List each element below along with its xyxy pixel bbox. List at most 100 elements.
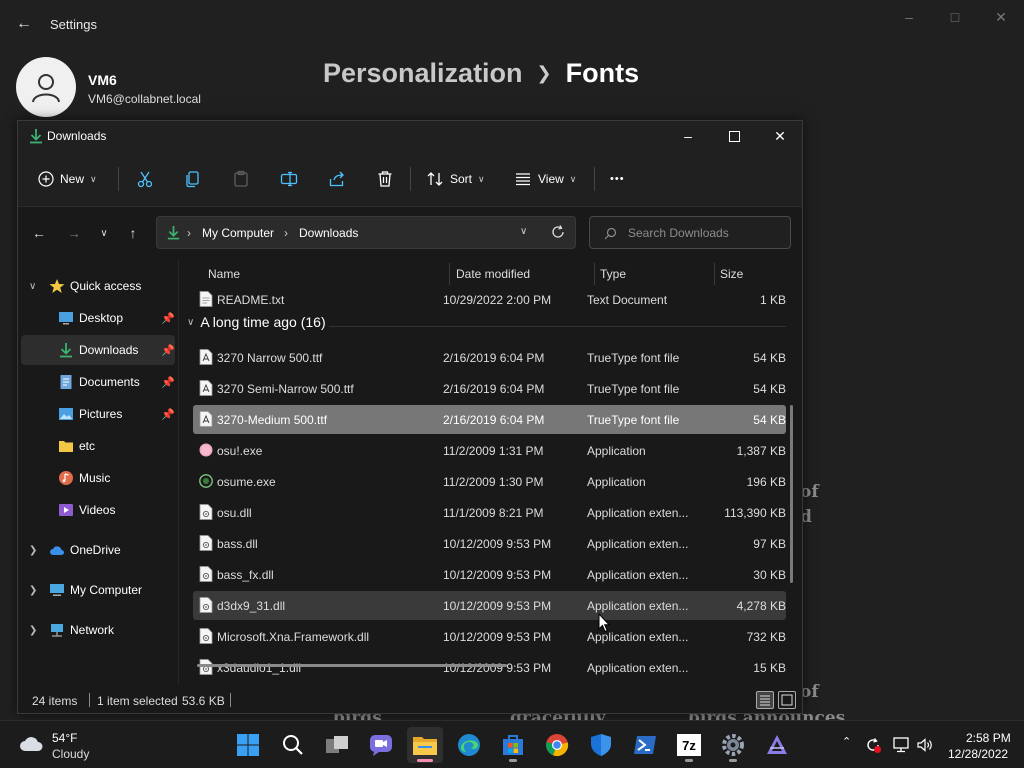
table-row[interactable]: README.txt 10/29/2022 2:00 PM Text Docum… xyxy=(193,285,786,314)
close-icon[interactable]: ✕ xyxy=(757,121,802,151)
osume-app-icon xyxy=(199,474,213,488)
powershell-taskbar-button[interactable] xyxy=(627,727,663,763)
nav-item-pictures[interactable]: Pictures 📌 xyxy=(21,399,175,429)
recent-locations-chevron-icon[interactable]: ∨ xyxy=(92,221,116,245)
table-row[interactable]: 3270-Medium 500.ttf 2/16/2019 6:04 PM True… xyxy=(193,405,786,434)
download-icon xyxy=(167,225,180,240)
avatar[interactable] xyxy=(16,57,76,117)
chevron-down-icon[interactable]: ∨ xyxy=(29,281,36,292)
cut-button[interactable] xyxy=(136,165,154,193)
minimize-icon[interactable]: – xyxy=(665,121,711,151)
back-arrow-icon[interactable]: ← xyxy=(14,14,34,34)
maximize-icon[interactable] xyxy=(711,121,757,151)
7zip-taskbar-button[interactable]: 7z xyxy=(671,727,707,763)
task-view-button[interactable] xyxy=(319,727,355,763)
delete-button[interactable] xyxy=(376,165,394,193)
rename-button[interactable] xyxy=(280,165,298,193)
file-explorer-taskbar-button[interactable] xyxy=(407,727,443,763)
search-input[interactable] xyxy=(628,224,778,242)
group-header[interactable]: ∨ A long time ago (16) xyxy=(187,314,326,330)
chevron-right-icon[interactable]: ❯ xyxy=(29,545,37,556)
sync-alert-icon[interactable] xyxy=(864,736,882,754)
volume-icon[interactable] xyxy=(916,736,934,754)
view-list-icon xyxy=(516,173,530,186)
table-row[interactable]: x3daudio1_1.dll 10/12/2009 9:53 PM Applica… xyxy=(193,653,786,682)
chat-button[interactable] xyxy=(363,727,399,763)
table-row[interactable]: d3dx9_31.dll 10/12/2009 9:53 PM Applicatio… xyxy=(193,591,786,620)
up-arrow-icon[interactable]: ↑ xyxy=(121,221,145,245)
column-divider[interactable] xyxy=(594,263,595,285)
app-taskbar-button[interactable] xyxy=(759,727,795,763)
table-row[interactable]: 3270 Narrow 500.ttf 2/16/2019 6:04 PM True… xyxy=(193,343,786,372)
file-name: Microsoft.Xna.Framework.dll xyxy=(217,630,370,644)
nav-item-documents[interactable]: Documents 📌 xyxy=(21,367,175,397)
view-button[interactable]: View ∨ xyxy=(514,165,576,193)
sort-button[interactable]: Sort ∨ xyxy=(426,165,485,193)
chat-icon xyxy=(370,735,392,756)
scissors-icon xyxy=(137,171,153,188)
trash-icon xyxy=(378,171,392,187)
nav-item-onedrive[interactable]: ❯ OneDrive xyxy=(21,535,175,565)
nav-item-music[interactable]: Music xyxy=(21,463,175,493)
address-segment-downloads[interactable]: Downloads xyxy=(299,226,358,240)
nav-item-etc[interactable]: etc xyxy=(21,431,175,461)
chevron-down-icon[interactable]: ∨ xyxy=(187,317,194,328)
refresh-icon[interactable] xyxy=(551,225,565,239)
horizontal-scrollbar[interactable] xyxy=(197,664,507,667)
cloud-icon[interactable] xyxy=(18,733,46,753)
breadcrumb-personalization[interactable]: Personalization xyxy=(323,58,523,89)
table-row[interactable]: 3270 Semi-Narrow 500.ttf 2/16/2019 6:04 P… xyxy=(193,374,786,403)
more-options-button[interactable]: ••• xyxy=(610,165,625,193)
search-box[interactable] xyxy=(589,216,791,249)
forward-arrow-icon[interactable]: → xyxy=(62,221,86,245)
file-name: osume.exe xyxy=(217,475,276,489)
edge-taskbar-button[interactable] xyxy=(451,727,487,763)
clock-date[interactable]: 12/28/2022 xyxy=(948,747,1008,761)
paste-button[interactable] xyxy=(232,165,250,193)
chrome-taskbar-button[interactable] xyxy=(539,727,575,763)
table-row[interactable]: osu!.exe 11/2/2009 1:31 PM Application 1,38… xyxy=(193,436,786,465)
maximize-icon[interactable]: □ xyxy=(932,6,978,28)
column-divider[interactable] xyxy=(449,263,450,285)
nav-item-network[interactable]: ❯ Network xyxy=(21,615,175,645)
nav-item-quick-access[interactable]: ∨ Quick access xyxy=(21,271,175,301)
address-segment-my-computer[interactable]: My Computer xyxy=(202,226,274,240)
chevron-right-icon[interactable]: ❯ xyxy=(29,585,37,596)
table-row[interactable]: osu.dll 11/1/2009 8:21 PM Application exte… xyxy=(193,498,786,527)
settings-taskbar-button[interactable] xyxy=(715,727,751,763)
search-button[interactable] xyxy=(275,727,311,763)
show-hidden-icons-chevron-icon[interactable]: ⌃ xyxy=(842,735,851,748)
new-button[interactable]: New ∨ xyxy=(38,165,97,193)
network-icon[interactable] xyxy=(892,736,910,754)
nav-item-videos[interactable]: Videos xyxy=(21,495,175,525)
large-icons-view-icon[interactable] xyxy=(778,691,796,709)
nav-item-my-computer[interactable]: ❯ My Computer xyxy=(21,575,175,605)
address-bar[interactable]: › My Computer › Downloads ∨ xyxy=(156,216,576,249)
copy-button[interactable] xyxy=(184,165,202,193)
table-row[interactable]: Microsoft.Xna.Framework.dll 10/12/2009 9:… xyxy=(193,622,786,651)
table-row[interactable]: osume.exe 11/2/2009 1:30 PM Application 196… xyxy=(193,467,786,496)
weather-temperature[interactable]: 54°F xyxy=(52,731,77,745)
start-button[interactable] xyxy=(230,727,266,763)
close-icon[interactable]: ✕ xyxy=(978,6,1024,28)
rename-icon xyxy=(280,171,298,187)
app-icon xyxy=(767,735,787,754)
store-taskbar-button[interactable] xyxy=(495,727,531,763)
vertical-scrollbar[interactable] xyxy=(790,405,793,583)
column-divider[interactable] xyxy=(714,263,715,285)
chevron-right-icon[interactable]: ❯ xyxy=(29,625,37,636)
nav-item-desktop[interactable]: Desktop 📌 xyxy=(21,303,175,333)
minimize-icon[interactable]: – xyxy=(886,6,932,28)
defender-taskbar-button[interactable] xyxy=(583,727,619,763)
weather-description[interactable]: Cloudy xyxy=(52,747,89,761)
share-button[interactable] xyxy=(328,165,346,193)
back-arrow-icon[interactable]: ← xyxy=(27,221,51,245)
details-view-icon[interactable] xyxy=(756,691,774,709)
clock-time[interactable]: 2:58 PM xyxy=(966,731,1011,745)
explorer-titlebar[interactable]: Downloads – ✕ xyxy=(18,121,802,151)
table-row[interactable]: bass_fx.dll 10/12/2009 9:53 PM Application… xyxy=(193,560,786,589)
nav-item-downloads[interactable]: Downloads 📌 xyxy=(21,335,175,365)
chevron-right-icon: › xyxy=(187,226,191,240)
address-dropdown-chevron-icon[interactable]: ∨ xyxy=(520,226,527,237)
table-row[interactable]: bass.dll 10/12/2009 9:53 PM Application ex… xyxy=(193,529,786,558)
